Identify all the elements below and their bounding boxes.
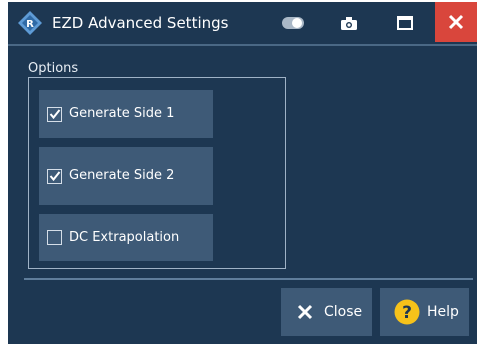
footer-divider <box>24 278 473 280</box>
checkmark-icon <box>49 109 60 120</box>
checkbox-box <box>47 168 62 184</box>
svg-text:?: ? <box>402 303 412 323</box>
options-group-label: Options <box>28 61 79 76</box>
title-bar[interactable]: R EZD Advanced Settings <box>8 2 477 44</box>
checkbox-box <box>47 106 62 122</box>
generate-side-1-checkbox[interactable]: Generate Side 1 <box>39 90 213 138</box>
checkbox-label: Generate Side 1 <box>69 106 175 121</box>
window-title: EZD Advanced Settings <box>52 14 229 32</box>
settings-dialog: R EZD Advanced Settings Options Generate… <box>8 2 477 344</box>
checkbox-label: Generate Side 2 <box>69 168 175 183</box>
maximize-icon[interactable] <box>394 11 416 35</box>
toggle-icon[interactable] <box>280 11 306 35</box>
close-icon <box>297 304 313 320</box>
app-logo-icon: R <box>18 11 42 35</box>
checkbox-box <box>47 230 62 245</box>
help-button[interactable]: ? Help <box>380 288 469 336</box>
close-button-label: Close <box>324 304 363 320</box>
close-icon <box>448 14 464 30</box>
help-button-label: Help <box>427 304 459 320</box>
title-divider <box>8 44 477 46</box>
generate-side-2-checkbox[interactable]: Generate Side 2 <box>39 147 213 205</box>
checkmark-icon <box>49 171 60 182</box>
help-icon: ? <box>394 299 420 325</box>
camera-icon[interactable] <box>338 11 360 35</box>
svg-text:R: R <box>26 19 34 30</box>
close-button[interactable]: Close <box>281 288 372 336</box>
checkbox-label: DC Extrapolation <box>69 229 180 245</box>
options-group: Generate Side 1 Generate Side 2 DC Extra… <box>28 77 286 269</box>
window-close-button[interactable] <box>435 2 477 42</box>
dc-extrapolation-checkbox[interactable]: DC Extrapolation <box>39 214 213 261</box>
